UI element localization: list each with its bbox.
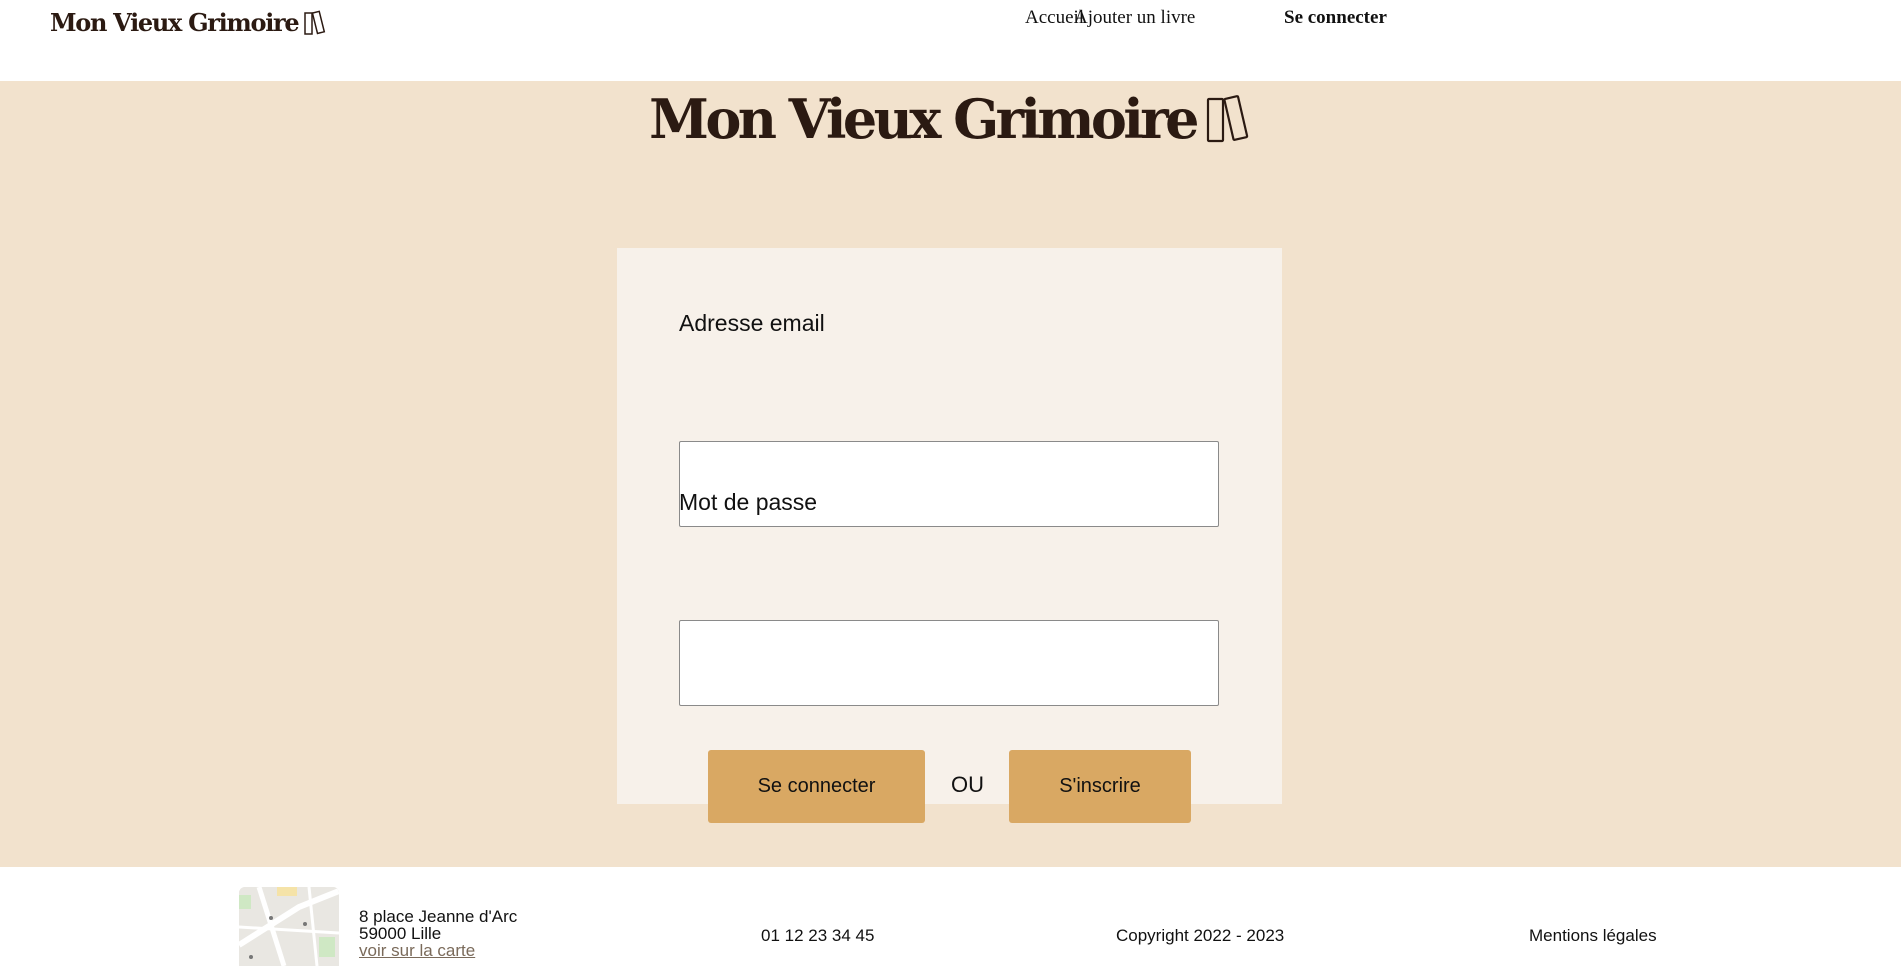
or-text: OU	[951, 772, 984, 797]
address-line-2: 59000 Lille	[359, 924, 442, 943]
login-button[interactable]: Se connecter	[708, 750, 925, 823]
books-icon	[1206, 95, 1249, 143]
header-logo[interactable]: Mon Vieux Grimoire	[50, 8, 326, 37]
login-card: Adresse email Mot de passe Se connecter …	[617, 248, 1282, 823]
legal-notice-link[interactable]: Mentions légales	[1529, 926, 1657, 946]
address-block: 8 place Jeanne d'Arc 59000 Lille voir su…	[359, 908, 517, 959]
map-thumbnail[interactable]	[239, 887, 339, 966]
main-content: Mon Vieux Grimoire Adresse email Mot de …	[0, 81, 1901, 867]
password-label: Mot de passe	[679, 489, 818, 515]
nav-login-link[interactable]: Se connecter	[1284, 7, 1387, 29]
top-header: Mon Vieux Grimoire Accueil Ajouter un li…	[0, 0, 1901, 81]
copyright-text: Copyright 2022 - 2023	[1116, 926, 1285, 945]
footer: 8 place Jeanne d'Arc 59000 Lille voir su…	[0, 867, 1901, 966]
address-line-1: 8 place Jeanne d'Arc	[359, 907, 518, 926]
signup-button[interactable]: S'inscrire	[1009, 750, 1191, 823]
header-logo-text: Mon Vieux Grimoire	[50, 8, 300, 37]
hero-logo: Mon Vieux Grimoire	[0, 87, 1901, 151]
phone-number: 01 12 23 34 45	[761, 926, 875, 945]
map-link[interactable]: voir sur la carte	[359, 941, 475, 960]
books-icon	[304, 9, 326, 35]
hero-logo-text: Mon Vieux Grimoire	[649, 87, 1199, 151]
password-field[interactable]	[679, 620, 1219, 706]
nav-add-book-link[interactable]: Ajouter un livre	[1074, 7, 1195, 29]
email-label: Adresse email	[679, 310, 825, 336]
